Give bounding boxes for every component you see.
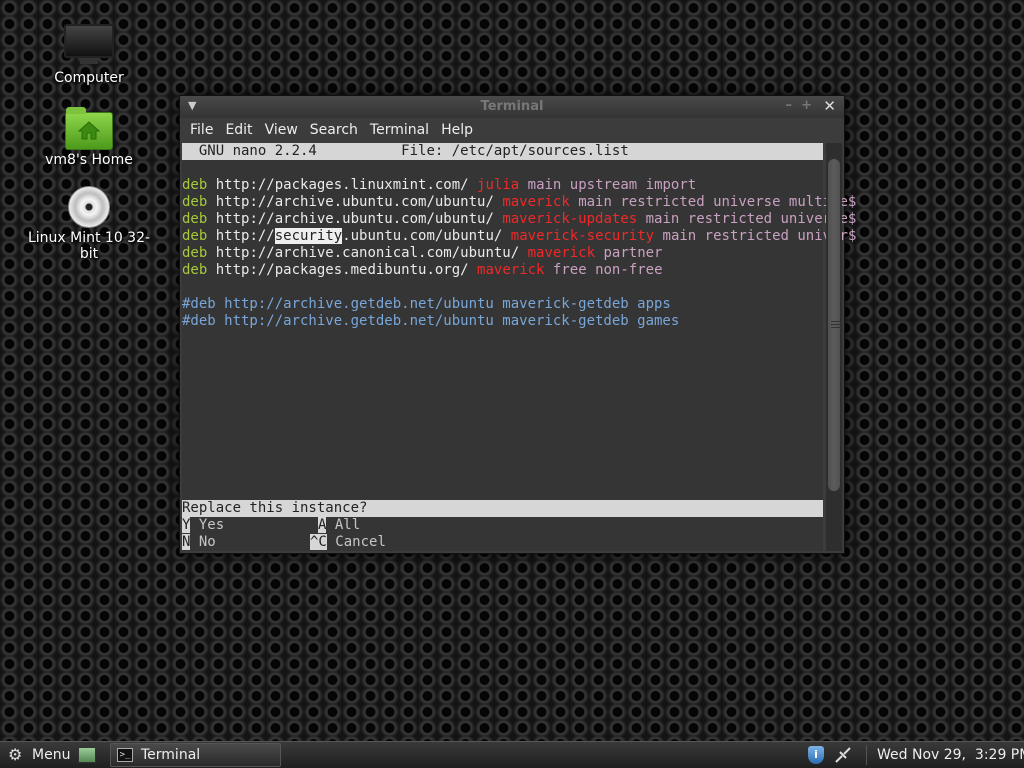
nano-header: GNU nano 2.2.4 File: /etc/apt/sources.li… [182, 143, 823, 160]
taskbar-separator [866, 745, 867, 765]
shortcut-key-all[interactable]: A [318, 517, 327, 533]
comment-line: #deb http://archive.getdeb.net/ubuntu ma… [182, 296, 671, 312]
menu-terminal[interactable]: Terminal [364, 122, 435, 138]
menu-edit[interactable]: Edit [219, 122, 258, 138]
desktop-icon-disc[interactable]: Linux Mint 10 32-bit [24, 186, 154, 262]
source-line: deb http://archive.ubuntu.com/ubuntu/ ma… [182, 211, 857, 227]
search-match-highlight: security [274, 228, 343, 244]
menu-help[interactable]: Help [435, 122, 479, 138]
shortcut-label-no: No [198, 534, 216, 550]
menu-search[interactable]: Search [304, 122, 364, 138]
shortcut-key-yes[interactable]: Y [182, 517, 191, 533]
file-manager-icon [78, 747, 96, 763]
desktop-icon-computer[interactable]: Computer [24, 24, 154, 86]
computer-icon [64, 24, 114, 64]
home-folder-icon [65, 107, 113, 150]
launcher-file-manager[interactable] [78, 742, 96, 768]
shortcut-label-cancel: Cancel [335, 534, 386, 550]
menu-label: Menu [32, 747, 71, 763]
taskbar-terminal-button[interactable]: >_ Terminal [110, 743, 282, 767]
gear-icon: ⚙ [8, 745, 23, 764]
scrollbar-thumb[interactable] [828, 159, 841, 491]
shortcut-row: Y Yes [182, 517, 224, 534]
disc-icon [68, 186, 110, 228]
source-line: deb http://archive.ubuntu.com/ubuntu/ ma… [182, 194, 857, 210]
clock[interactable]: Wed Nov 29, 3:29 PM [877, 742, 1024, 768]
window-title: Terminal [480, 99, 544, 114]
source-line: deb http://security.ubuntu.com/ubuntu/ m… [182, 228, 857, 244]
network-button[interactable] [834, 742, 852, 768]
clock-text: Wed Nov 29, 3:29 PM [877, 747, 1024, 763]
shield-icon: i [808, 746, 824, 764]
shortcut-label-yes: Yes [198, 517, 225, 533]
maximize-icon[interactable]: + [801, 98, 812, 113]
shortcut-row: N No [182, 534, 216, 551]
update-manager-button[interactable]: i [808, 742, 824, 768]
source-line: deb http://archive.canonical.com/ubuntu/… [182, 245, 663, 261]
source-line: deb http://packages.medibuntu.org/ maver… [182, 262, 663, 278]
close-icon[interactable]: ✕ [823, 97, 836, 115]
desktop-icon-home[interactable]: vm8's Home [24, 107, 154, 168]
shortcut-key-no[interactable]: N [182, 534, 191, 550]
replace-prompt: Replace this instance? [182, 500, 823, 517]
desktop-icon-label: Computer [54, 70, 124, 86]
nano-version: GNU nano 2.2.4 [198, 143, 317, 159]
minimize-icon[interactable]: – [786, 98, 793, 113]
desktop-icon-label: Linux Mint 10 32-bit [27, 230, 151, 262]
nano-file: File: /etc/apt/sources.list [401, 143, 629, 159]
shortcut-row: A All [318, 517, 360, 534]
taskbar: ⚙ Menu >_ Terminal i Wed Nov 29, 3:29 PM [0, 741, 1024, 768]
shortcut-label-all: All [334, 517, 361, 533]
terminal-content[interactable]: GNU nano 2.2.4 File: /etc/apt/sources.li… [182, 143, 856, 551]
terminal-icon: >_ [117, 748, 133, 762]
shortcut-key-cancel[interactable]: ^C [310, 534, 327, 550]
task-label: Terminal [141, 747, 201, 763]
menu-file[interactable]: File [184, 122, 219, 138]
source-line: deb http://packages.linuxmint.com/ julia… [182, 177, 697, 193]
terminal-scrollbar[interactable] [826, 143, 842, 551]
desktop-icon-label: vm8's Home [45, 152, 133, 168]
menu-view[interactable]: View [259, 122, 304, 138]
shortcut-row: ^C Cancel [310, 534, 386, 551]
terminal-window: ▼ Terminal – + ✕ File Edit View Search T… [179, 95, 856, 554]
network-plug-icon [835, 747, 851, 763]
menubar: File Edit View Search Terminal Help [180, 118, 844, 142]
window-titlebar[interactable]: ▼ Terminal – + ✕ [180, 96, 844, 118]
comment-line: #deb http://archive.getdeb.net/ubuntu ma… [182, 313, 680, 329]
menu-button[interactable]: ⚙ Menu [8, 742, 70, 768]
